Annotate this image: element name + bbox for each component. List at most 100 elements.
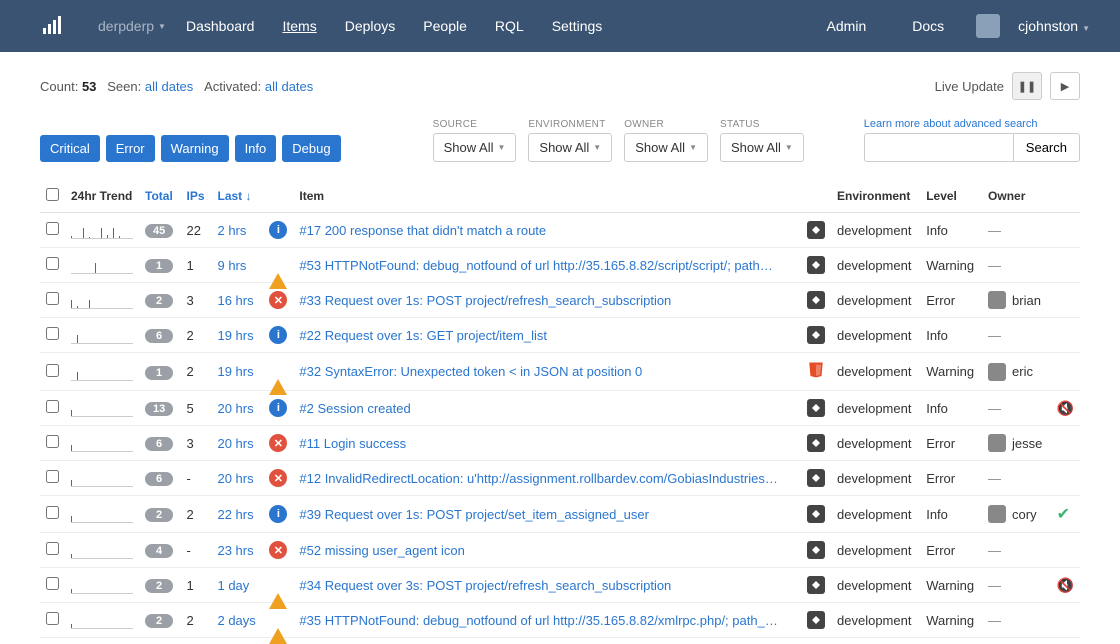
last-link[interactable]: 2 hrs [217, 223, 246, 238]
user-avatar[interactable] [976, 14, 1000, 38]
user-menu[interactable]: cjohnston▼ [1018, 18, 1090, 34]
last-link[interactable]: 23 hrs [217, 543, 253, 558]
level-pill-error[interactable]: Error [106, 135, 155, 162]
env-value: development [831, 496, 920, 533]
ips-value: - [181, 533, 212, 568]
row-checkbox[interactable] [46, 327, 59, 340]
total-badge: 2 [145, 579, 173, 593]
item-title-link[interactable]: #22 Request over 1s: GET project/item_li… [299, 328, 779, 343]
nav-dashboard[interactable]: Dashboard [172, 18, 269, 34]
last-link[interactable]: 20 hrs [217, 471, 253, 486]
last-link[interactable]: 20 hrs [217, 401, 253, 416]
row-checkbox[interactable] [46, 292, 59, 305]
total-badge: 1 [145, 259, 173, 273]
level-pill-critical[interactable]: Critical [40, 135, 100, 162]
ips-value: 2 [181, 318, 212, 353]
trend-sparkline [71, 221, 133, 239]
filter-environment-dropdown[interactable]: Show All ▼ [528, 133, 612, 162]
trend-sparkline [71, 399, 133, 417]
level-pill-warning[interactable]: Warning [161, 135, 229, 162]
filter-status-dropdown[interactable]: Show All ▼ [720, 133, 804, 162]
level-value: Error [920, 533, 982, 568]
last-link[interactable]: 19 hrs [217, 364, 253, 379]
chevron-down-icon: ▼ [497, 143, 505, 152]
col-last[interactable]: Last ↓ [211, 180, 263, 213]
row-checkbox[interactable] [46, 542, 59, 555]
row-checkbox[interactable] [46, 400, 59, 413]
nav-admin[interactable]: Admin [813, 18, 881, 34]
nav-items[interactable]: Items [268, 18, 330, 34]
row-checkbox[interactable] [46, 222, 59, 235]
item-title-link[interactable]: #2 Session created [299, 401, 779, 416]
owner-cell[interactable]: cory [988, 505, 1045, 523]
item-title-link[interactable]: #35 HTTPNotFound: debug_notfound of url … [299, 613, 779, 628]
logo-icon[interactable] [40, 14, 64, 38]
last-link[interactable]: 1 day [217, 578, 249, 593]
level-value: Info [920, 391, 982, 426]
owner-cell[interactable]: jesse [988, 434, 1045, 452]
last-link[interactable]: 16 hrs [217, 293, 253, 308]
env-value: development [831, 603, 920, 638]
item-title-link[interactable]: #39 Request over 1s: POST project/set_it… [299, 507, 779, 522]
play-button[interactable]: ▶ [1050, 72, 1080, 100]
ips-value: 22 [181, 213, 212, 248]
item-title-link[interactable]: #17 200 response that didn't match a rou… [299, 223, 779, 238]
last-link[interactable]: 19 hrs [217, 328, 253, 343]
row-checkbox[interactable] [46, 612, 59, 625]
error-icon: ✕ [269, 291, 287, 309]
search-button[interactable]: Search [1014, 133, 1080, 162]
owner-avatar [988, 434, 1006, 452]
item-title-link[interactable]: #33 Request over 1s: POST project/refres… [299, 293, 779, 308]
project-dropdown[interactable]: derpderp▼ [84, 18, 172, 34]
nav-deploys[interactable]: Deploys [331, 18, 410, 34]
row-checkbox[interactable] [46, 470, 59, 483]
col-total[interactable]: Total [139, 180, 181, 213]
seen-link[interactable]: all dates [145, 79, 193, 94]
trend-sparkline [71, 611, 133, 629]
total-badge: 45 [145, 224, 173, 238]
error-icon: ✕ [269, 541, 287, 559]
search-input[interactable] [864, 133, 1014, 162]
env-value: development [831, 391, 920, 426]
python-icon [807, 469, 825, 487]
row-checkbox[interactable] [46, 435, 59, 448]
table-row: 4-23 hrs✕#52 missing user_agent icondeve… [40, 533, 1080, 568]
owner-empty: — [988, 401, 1001, 416]
nav-rql[interactable]: RQL [481, 18, 538, 34]
last-link[interactable]: 20 hrs [217, 436, 253, 451]
owner-cell[interactable]: eric [988, 363, 1045, 381]
row-checkbox[interactable] [46, 257, 59, 270]
row-checkbox[interactable] [46, 577, 59, 590]
trend-sparkline [71, 469, 133, 487]
item-title-link[interactable]: #34 Request over 3s: POST project/refres… [299, 578, 779, 593]
item-title-link[interactable]: #32 SyntaxError: Unexpected token < in J… [299, 364, 779, 379]
level-pill-debug[interactable]: Debug [282, 135, 340, 162]
item-title-link[interactable]: #11 Login success [299, 436, 779, 451]
last-link[interactable]: 2 days [217, 613, 255, 628]
row-checkbox[interactable] [46, 364, 59, 377]
python-icon [807, 434, 825, 452]
python-icon [807, 326, 825, 344]
pause-button[interactable]: ❚❚ [1012, 72, 1042, 100]
activated-link[interactable]: all dates [265, 79, 313, 94]
select-all-checkbox[interactable] [46, 188, 59, 201]
nav-settings[interactable]: Settings [538, 18, 617, 34]
level-value: Warning [920, 353, 982, 391]
level-value: Info [920, 496, 982, 533]
filter-source-dropdown[interactable]: Show All ▼ [433, 133, 517, 162]
top-navbar: derpderp▼ DashboardItemsDeploysPeopleRQL… [0, 0, 1120, 52]
level-pill-info[interactable]: Info [235, 135, 277, 162]
owner-cell[interactable]: brian [988, 291, 1045, 309]
nav-docs[interactable]: Docs [898, 18, 958, 34]
row-checkbox[interactable] [46, 506, 59, 519]
item-title-link[interactable]: #53 HTTPNotFound: debug_notfound of url … [299, 258, 779, 273]
last-link[interactable]: 9 hrs [217, 258, 246, 273]
last-link[interactable]: 22 hrs [217, 507, 253, 522]
warning-icon [269, 613, 287, 644]
item-title-link[interactable]: #12 InvalidRedirectLocation: u'http://as… [299, 471, 779, 486]
item-title-link[interactable]: #52 missing user_agent icon [299, 543, 779, 558]
filter-owner-dropdown[interactable]: Show All ▼ [624, 133, 708, 162]
nav-people[interactable]: People [409, 18, 481, 34]
col-ips[interactable]: IPs [181, 180, 212, 213]
advanced-search-link[interactable]: Learn more about advanced search [864, 118, 1080, 130]
